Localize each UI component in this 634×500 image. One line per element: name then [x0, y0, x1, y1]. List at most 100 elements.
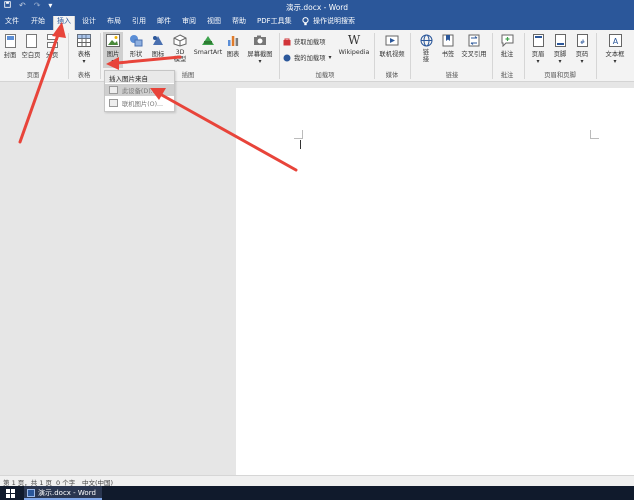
- tab-review[interactable]: 审阅: [179, 16, 199, 30]
- ribbon-separator: [374, 33, 375, 79]
- ribbon-separator: [68, 33, 69, 79]
- online-video-button[interactable]: 联机视频: [377, 34, 407, 58]
- window-title: 演示.docx - Word: [285, 3, 349, 12]
- device-picture-icon: [109, 86, 118, 94]
- tell-me-label: 操作说明搜索: [313, 17, 355, 25]
- ribbon-separator: [279, 33, 280, 79]
- tell-me-search[interactable]: 操作说明搜索: [302, 16, 355, 26]
- word-app-icon: [27, 489, 35, 497]
- tab-references[interactable]: 引用: [129, 16, 149, 30]
- title-bar: ↶ ↷ ▾ 演示.docx - Word: [0, 0, 634, 13]
- insert-picture-dropdown: 插入图片来自 此设备(D)... 联机图片(O)...: [104, 70, 175, 112]
- ribbon-tab-bar: 文件 开始 插入 设计 布局 引用 邮件 审阅 视图 帮助 PDF工具集 操作说…: [0, 13, 634, 30]
- tab-help[interactable]: 帮助: [229, 16, 249, 30]
- page-break-button[interactable]: 分页: [45, 34, 59, 59]
- page-number-label: 页码: [575, 51, 589, 58]
- ribbon-separator: [492, 33, 493, 79]
- my-addins-label: 我的加载项: [294, 55, 326, 62]
- new-comment-icon: [501, 34, 513, 47]
- screenshot-label: 屏幕截图: [247, 51, 273, 58]
- online-picture-icon: [109, 99, 118, 107]
- cross-reference-icon: [468, 34, 480, 47]
- page-break-label: 分页: [45, 52, 59, 59]
- page-break-icon: [46, 34, 58, 48]
- footer-button[interactable]: 页脚 ▾: [551, 34, 569, 65]
- bookmark-button[interactable]: 书签: [439, 34, 457, 58]
- taskbar-word-app[interactable]: 演示.docx - Word: [24, 486, 102, 500]
- status-bar: 第 1 页，共 1 页 0 个字 中文(中国): [0, 475, 634, 487]
- textbox-button[interactable]: A 文本框 ▾: [600, 34, 630, 65]
- ribbon-separator: [596, 33, 597, 79]
- icons-icon: [153, 36, 163, 45]
- svg-text:#: #: [579, 39, 584, 46]
- cross-reference-label: 交叉引用: [461, 51, 487, 58]
- wikipedia-button[interactable]: W Wikipedia: [337, 33, 371, 57]
- cover-page-button[interactable]: 封面: [2, 34, 18, 59]
- table-label: 表格: [77, 51, 91, 58]
- store-icon: [283, 38, 291, 45]
- margin-corner-top-left: [294, 130, 303, 139]
- document-page[interactable]: [236, 88, 634, 475]
- online-pictures-item[interactable]: 联机图片(O)...: [105, 97, 174, 109]
- media-group-label: 媒体: [385, 72, 399, 79]
- tables-group-label: 表格: [77, 72, 91, 79]
- tab-insert[interactable]: 插入: [53, 16, 75, 30]
- taskbar-app-label: 演示.docx - Word: [38, 489, 96, 497]
- cross-reference-button[interactable]: 交叉引用: [459, 34, 489, 58]
- table-icon: [77, 34, 91, 47]
- ribbon-separator: [524, 33, 525, 79]
- page-number-icon: #: [576, 34, 588, 47]
- smartart-button[interactable]: SmartArt: [193, 34, 223, 56]
- 3d-models-button[interactable]: 3D 模型: [170, 34, 190, 63]
- chart-label: 图表: [226, 51, 240, 58]
- cover-page-label: 封面: [3, 52, 17, 59]
- link-button[interactable]: 链 接: [418, 34, 434, 63]
- bookmark-label: 书签: [441, 51, 455, 58]
- bookmark-icon: [442, 34, 454, 47]
- get-addins-button[interactable]: 获取加载项: [283, 37, 325, 46]
- table-button[interactable]: 表格 ▾: [74, 34, 94, 65]
- header-footer-group-label: 页眉和页脚: [544, 72, 576, 79]
- chart-button[interactable]: 图表: [226, 34, 240, 58]
- tab-home[interactable]: 开始: [28, 16, 48, 30]
- textbox-label: 文本框: [605, 51, 625, 58]
- comments-group-label: 批注: [500, 72, 514, 79]
- margin-corner-top-right: [590, 130, 599, 139]
- screenshot-button[interactable]: 屏幕截图 ▾: [244, 34, 276, 65]
- get-addins-label: 获取加载项: [294, 39, 326, 46]
- lightbulb-icon: [302, 16, 309, 25]
- tab-design[interactable]: 设计: [79, 16, 99, 30]
- this-device-label: 此设备(D)...: [122, 88, 157, 95]
- ribbon-separator: [100, 33, 101, 79]
- svg-text:A: A: [612, 37, 618, 46]
- header-button[interactable]: 页眉 ▾: [529, 34, 547, 65]
- tab-file[interactable]: 文件: [2, 16, 22, 30]
- shapes-icon: [130, 35, 143, 47]
- my-addins-button[interactable]: 我的加载项 ▾: [283, 53, 332, 62]
- picture-icon: [106, 34, 120, 47]
- blank-page-label: 空白页: [21, 52, 41, 59]
- windows-start-icon[interactable]: [6, 489, 15, 498]
- pictures-label: 图片: [106, 51, 120, 58]
- icons-button[interactable]: 图标: [149, 34, 167, 58]
- comment-button[interactable]: 批注: [497, 34, 517, 58]
- tab-mailings[interactable]: 邮件: [154, 16, 174, 30]
- tab-pdf-tools[interactable]: PDF工具集: [254, 16, 295, 30]
- page-number-button[interactable]: # 页码 ▾: [573, 34, 591, 65]
- tab-view[interactable]: 视图: [204, 16, 224, 30]
- this-device-item[interactable]: 此设备(D)...: [105, 84, 174, 96]
- header-icon: [532, 34, 544, 47]
- cube-icon: [173, 34, 187, 47]
- link-label: 链 接: [422, 49, 430, 63]
- wikipedia-icon: W: [347, 33, 361, 47]
- 3d-models-label: 3D 模型: [173, 49, 187, 63]
- blank-page-button[interactable]: 空白页: [20, 34, 42, 59]
- shapes-button[interactable]: 形状: [126, 34, 146, 58]
- links-group-label: 链接: [445, 72, 459, 79]
- dropdown-header: 插入图片来自: [105, 71, 174, 83]
- tab-layout[interactable]: 布局: [104, 16, 124, 30]
- ribbon-insert: 封面 空白页 分页 页面 表格 ▾ 表格 图片 ▾ 形状 图标 3D 模型 Sm…: [0, 30, 634, 82]
- pictures-button[interactable]: 图片 ▾: [103, 32, 123, 68]
- shapes-label: 形状: [129, 51, 143, 58]
- wikipedia-label: Wikipedia: [338, 49, 370, 56]
